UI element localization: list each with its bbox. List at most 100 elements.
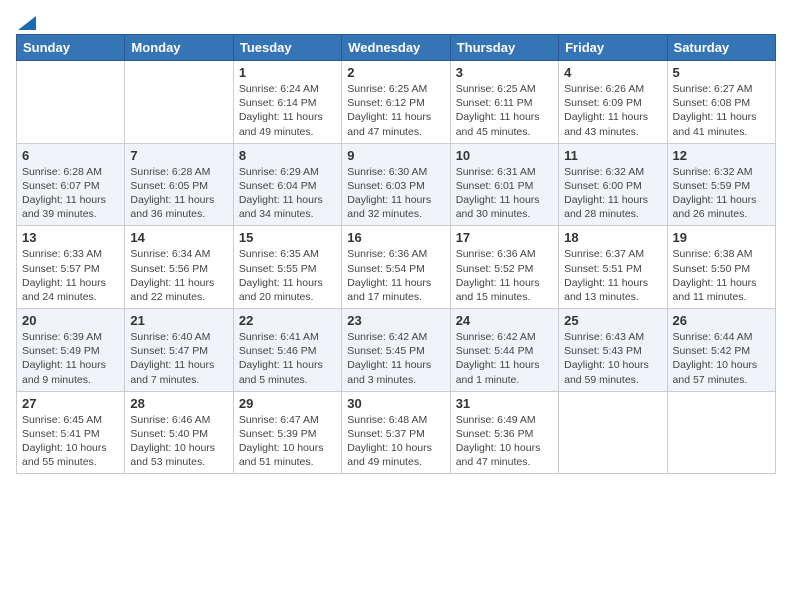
calendar-cell: [559, 391, 667, 474]
calendar-cell: 11 Sunrise: 6:32 AM Sunset: 6:00 PM Dayli…: [559, 143, 667, 226]
calendar-week-2: 6 Sunrise: 6:28 AM Sunset: 6:07 PM Daylig…: [17, 143, 776, 226]
day-info: Sunrise: 6:47 AM Sunset: 5:39 PM Dayligh…: [239, 413, 336, 470]
day-info: Sunrise: 6:29 AM Sunset: 6:04 PM Dayligh…: [239, 165, 336, 222]
day-number: 24: [456, 313, 553, 328]
header-thursday: Thursday: [450, 35, 558, 61]
day-number: 16: [347, 230, 444, 245]
day-info: Sunrise: 6:48 AM Sunset: 5:37 PM Dayligh…: [347, 413, 444, 470]
day-info: Sunrise: 6:41 AM Sunset: 5:46 PM Dayligh…: [239, 330, 336, 387]
day-info: Sunrise: 6:37 AM Sunset: 5:51 PM Dayligh…: [564, 247, 661, 304]
day-info: Sunrise: 6:25 AM Sunset: 6:12 PM Dayligh…: [347, 82, 444, 139]
day-number: 27: [22, 396, 119, 411]
day-number: 6: [22, 148, 119, 163]
day-info: Sunrise: 6:31 AM Sunset: 6:01 PM Dayligh…: [456, 165, 553, 222]
calendar-cell: 15 Sunrise: 6:35 AM Sunset: 5:55 PM Dayli…: [233, 226, 341, 309]
day-number: 4: [564, 65, 661, 80]
day-number: 31: [456, 396, 553, 411]
calendar-cell: 19 Sunrise: 6:38 AM Sunset: 5:50 PM Dayli…: [667, 226, 775, 309]
calendar-cell: 23 Sunrise: 6:42 AM Sunset: 5:45 PM Dayli…: [342, 309, 450, 392]
day-info: Sunrise: 6:38 AM Sunset: 5:50 PM Dayligh…: [673, 247, 770, 304]
header-saturday: Saturday: [667, 35, 775, 61]
day-number: 12: [673, 148, 770, 163]
calendar-cell: 17Sunrise: 6:36 AM Sunset: 5:52 PM Dayli…: [450, 226, 558, 309]
day-number: 28: [130, 396, 227, 411]
header-sunday: Sunday: [17, 35, 125, 61]
day-number: 9: [347, 148, 444, 163]
day-number: 22: [239, 313, 336, 328]
calendar-cell: 26 Sunrise: 6:44 AM Sunset: 5:42 PM Dayli…: [667, 309, 775, 392]
calendar-cell: 20 Sunrise: 6:39 AM Sunset: 5:49 PM Dayli…: [17, 309, 125, 392]
calendar-cell: 6 Sunrise: 6:28 AM Sunset: 6:07 PM Daylig…: [17, 143, 125, 226]
header-wednesday: Wednesday: [342, 35, 450, 61]
day-number: 8: [239, 148, 336, 163]
calendar-cell: 16 Sunrise: 6:36 AM Sunset: 5:54 PM Dayli…: [342, 226, 450, 309]
day-number: 25: [564, 313, 661, 328]
calendar-cell: 2 Sunrise: 6:25 AM Sunset: 6:12 PM Daylig…: [342, 61, 450, 144]
calendar-cell: 22 Sunrise: 6:41 AM Sunset: 5:46 PM Dayli…: [233, 309, 341, 392]
day-number: 23: [347, 313, 444, 328]
calendar-cell: [17, 61, 125, 144]
calendar-cell: 30Sunrise: 6:48 AM Sunset: 5:37 PM Dayli…: [342, 391, 450, 474]
day-info: Sunrise: 6:32 AM Sunset: 5:59 PM Dayligh…: [673, 165, 770, 222]
calendar-cell: 1 Sunrise: 6:24 AM Sunset: 6:14 PM Daylig…: [233, 61, 341, 144]
calendar-week-1: 1 Sunrise: 6:24 AM Sunset: 6:14 PM Daylig…: [17, 61, 776, 144]
calendar-cell: 12 Sunrise: 6:32 AM Sunset: 5:59 PM Dayli…: [667, 143, 775, 226]
day-number: 2: [347, 65, 444, 80]
header-friday: Friday: [559, 35, 667, 61]
calendar-cell: 21 Sunrise: 6:40 AM Sunset: 5:47 PM Dayli…: [125, 309, 233, 392]
calendar-week-5: 27 Sunrise: 6:45 AM Sunset: 5:41 PM Dayli…: [17, 391, 776, 474]
header-monday: Monday: [125, 35, 233, 61]
day-number: 1: [239, 65, 336, 80]
header-tuesday: Tuesday: [233, 35, 341, 61]
calendar-cell: 27 Sunrise: 6:45 AM Sunset: 5:41 PM Dayli…: [17, 391, 125, 474]
day-number: 10: [456, 148, 553, 163]
calendar-cell: 10 Sunrise: 6:31 AM Sunset: 6:01 PM Dayli…: [450, 143, 558, 226]
calendar-cell: [125, 61, 233, 144]
day-info: Sunrise: 6:40 AM Sunset: 5:47 PM Dayligh…: [130, 330, 227, 387]
day-number: 13: [22, 230, 119, 245]
day-info: Sunrise: 6:33 AM Sunset: 5:57 PM Dayligh…: [22, 247, 119, 304]
calendar-cell: 31Sunrise: 6:49 AM Sunset: 5:36 PM Dayli…: [450, 391, 558, 474]
calendar-cell: 13 Sunrise: 6:33 AM Sunset: 5:57 PM Dayli…: [17, 226, 125, 309]
day-info: Sunrise: 6:36 AM Sunset: 5:52 PM Dayligh…: [456, 247, 553, 304]
day-info: Sunrise: 6:35 AM Sunset: 5:55 PM Dayligh…: [239, 247, 336, 304]
day-number: 7: [130, 148, 227, 163]
day-info: Sunrise: 6:27 AM Sunset: 6:08 PM Dayligh…: [673, 82, 770, 139]
calendar-week-4: 20 Sunrise: 6:39 AM Sunset: 5:49 PM Dayli…: [17, 309, 776, 392]
day-info: Sunrise: 6:26 AM Sunset: 6:09 PM Dayligh…: [564, 82, 661, 139]
calendar-cell: 25Sunrise: 6:43 AM Sunset: 5:43 PM Dayli…: [559, 309, 667, 392]
calendar: SundayMondayTuesdayWednesdayThursdayFrid…: [16, 34, 776, 474]
day-info: Sunrise: 6:45 AM Sunset: 5:41 PM Dayligh…: [22, 413, 119, 470]
day-info: Sunrise: 6:28 AM Sunset: 6:07 PM Dayligh…: [22, 165, 119, 222]
day-number: 21: [130, 313, 227, 328]
calendar-header-row: SundayMondayTuesdayWednesdayThursdayFrid…: [17, 35, 776, 61]
day-number: 14: [130, 230, 227, 245]
day-info: Sunrise: 6:25 AM Sunset: 6:11 PM Dayligh…: [456, 82, 553, 139]
day-info: Sunrise: 6:39 AM Sunset: 5:49 PM Dayligh…: [22, 330, 119, 387]
day-number: 3: [456, 65, 553, 80]
day-info: Sunrise: 6:24 AM Sunset: 6:14 PM Dayligh…: [239, 82, 336, 139]
day-number: 20: [22, 313, 119, 328]
calendar-cell: 8 Sunrise: 6:29 AM Sunset: 6:04 PM Daylig…: [233, 143, 341, 226]
day-info: Sunrise: 6:44 AM Sunset: 5:42 PM Dayligh…: [673, 330, 770, 387]
calendar-cell: 9Sunrise: 6:30 AM Sunset: 6:03 PM Daylig…: [342, 143, 450, 226]
calendar-cell: 18 Sunrise: 6:37 AM Sunset: 5:51 PM Dayli…: [559, 226, 667, 309]
day-info: Sunrise: 6:36 AM Sunset: 5:54 PM Dayligh…: [347, 247, 444, 304]
day-number: 29: [239, 396, 336, 411]
calendar-week-3: 13 Sunrise: 6:33 AM Sunset: 5:57 PM Dayli…: [17, 226, 776, 309]
calendar-cell: 14Sunrise: 6:34 AM Sunset: 5:56 PM Dayli…: [125, 226, 233, 309]
header: [16, 16, 776, 26]
day-info: Sunrise: 6:32 AM Sunset: 6:00 PM Dayligh…: [564, 165, 661, 222]
day-number: 26: [673, 313, 770, 328]
calendar-cell: 24Sunrise: 6:42 AM Sunset: 5:44 PM Dayli…: [450, 309, 558, 392]
calendar-cell: 28 Sunrise: 6:46 AM Sunset: 5:40 PM Dayli…: [125, 391, 233, 474]
day-info: Sunrise: 6:42 AM Sunset: 5:45 PM Dayligh…: [347, 330, 444, 387]
calendar-cell: 7Sunrise: 6:28 AM Sunset: 6:05 PM Daylig…: [125, 143, 233, 226]
day-number: 11: [564, 148, 661, 163]
calendar-cell: [667, 391, 775, 474]
day-info: Sunrise: 6:46 AM Sunset: 5:40 PM Dayligh…: [130, 413, 227, 470]
logo: [16, 16, 36, 26]
day-number: 18: [564, 230, 661, 245]
day-number: 15: [239, 230, 336, 245]
day-number: 19: [673, 230, 770, 245]
